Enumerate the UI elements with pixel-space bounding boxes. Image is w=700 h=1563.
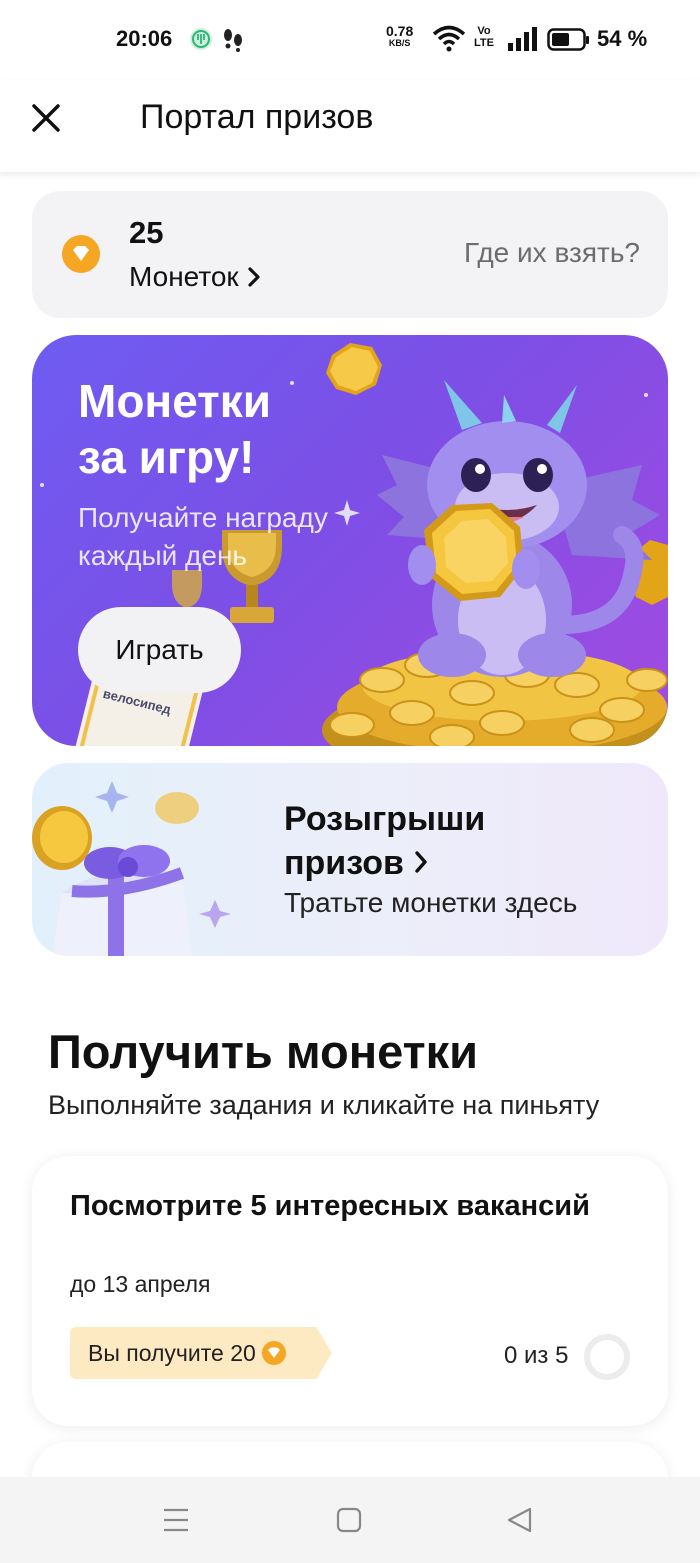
coin-icon <box>32 806 92 870</box>
system-nav-bar <box>0 1477 700 1563</box>
close-button[interactable] <box>26 98 66 138</box>
chevron-right-icon <box>414 841 428 885</box>
back-triangle-icon <box>507 1507 532 1533</box>
coins-balance-card: 25 Монеток Где их взять? <box>32 191 668 318</box>
scroll-content[interactable]: 25 Монеток Где их взять? велосипед Монет… <box>0 172 700 1477</box>
back-button[interactable] <box>506 1507 534 1538</box>
star-icon <box>95 781 129 813</box>
coins-link[interactable]: Монеток <box>129 261 261 295</box>
home-square-icon <box>336 1507 362 1533</box>
status-bar: 20:06 0.78 KB/S Vo LTE 54 % <box>0 0 700 80</box>
task-deadline: до 13 апреля <box>70 1271 211 1297</box>
coins-label: Монеток <box>129 261 239 292</box>
steps-icon <box>222 26 244 57</box>
coin-icon <box>326 343 382 395</box>
signal-icon <box>507 26 539 57</box>
volte-indicator: Vo LTE <box>474 25 494 49</box>
task-title: Посмотрите 5 интересных вакансий <box>70 1190 590 1222</box>
coins-count: 25 <box>129 215 164 250</box>
progress-ring <box>584 1334 630 1380</box>
gift-illustration <box>32 781 231 956</box>
net-speed: 0.78 KB/S <box>386 23 414 48</box>
battery-icon <box>547 28 591 57</box>
reward-badge: Вы получите 20 <box>70 1327 332 1379</box>
earn-section-subtitle: Выполняйте задания и кликайте на пиньяту <box>48 1090 600 1120</box>
prize-draws-card[interactable]: Розыгрыши призов Тратьте монетки здесь <box>32 763 668 956</box>
coin-icon <box>155 792 199 824</box>
where-to-get-link[interactable]: Где их взять? <box>464 237 640 269</box>
reward-label: Вы получите 20 <box>88 1340 256 1366</box>
menu-button[interactable] <box>162 1507 190 1538</box>
battery-percent: 54 % <box>597 26 648 51</box>
close-icon <box>32 104 60 132</box>
earn-section-title: Получить монетки <box>48 1025 479 1078</box>
page-title: Портал призов <box>140 98 374 136</box>
prizes-title: Розыгрыши призов <box>284 797 485 885</box>
coin-icon <box>261 1340 286 1365</box>
wifi-icon <box>432 24 466 57</box>
home-button[interactable] <box>336 1507 362 1538</box>
prizes-subtitle: Тратьте монетки здесь <box>284 887 578 918</box>
game-banner[interactable]: велосипед Монетки за игру! Получайте наг… <box>32 335 668 746</box>
banner-title: Монетки за игру! <box>78 375 272 483</box>
menu-icon <box>164 1508 188 1532</box>
coin-icon <box>62 235 100 273</box>
banner-subtitle: Получайте награду каждый день <box>78 502 328 571</box>
chevron-right-icon <box>247 263 261 295</box>
star-icon <box>199 900 231 928</box>
status-time: 20:06 <box>116 26 173 51</box>
top-app-bar: Портал призов <box>0 80 700 172</box>
task-progress-text: 0 из 5 <box>504 1342 569 1369</box>
play-button[interactable]: Играть <box>78 607 241 693</box>
task-card[interactable]: Посмотрите 5 интересных вакансий до 13 а… <box>32 1156 668 1426</box>
app-notification-icon <box>188 26 214 57</box>
task-card[interactable] <box>32 1442 668 1477</box>
